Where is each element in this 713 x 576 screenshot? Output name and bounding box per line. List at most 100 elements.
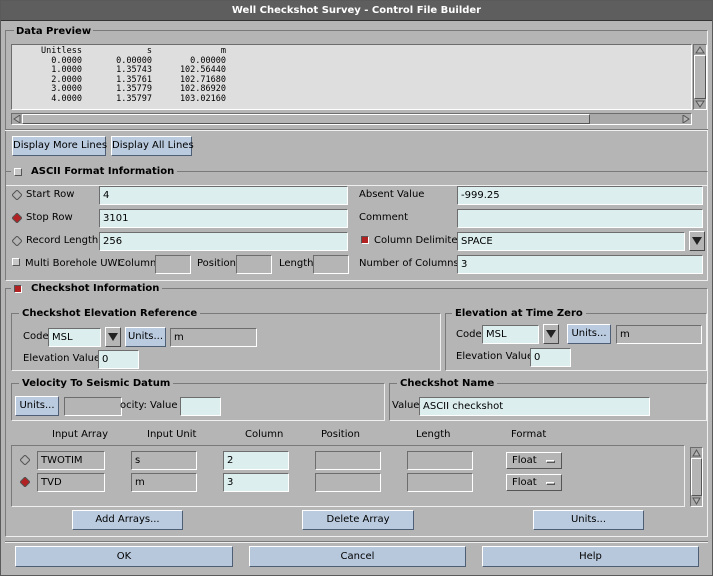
display-all-lines-button[interactable]: Display All Lines xyxy=(111,136,194,156)
array-position-field xyxy=(315,473,381,492)
elev-ref-units-button[interactable]: Units... xyxy=(125,327,166,347)
number-of-columns-label: Number of Columns xyxy=(359,258,459,269)
footer-divider xyxy=(5,541,708,543)
checkshot-info-title: Checkshot Information xyxy=(11,282,163,296)
elev-ref-code-dropdown[interactable] xyxy=(105,327,121,347)
add-arrays-button[interactable]: Add Arrays... xyxy=(72,510,183,530)
option-menu-icon xyxy=(546,482,555,485)
absent-value-label: Absent Value xyxy=(359,189,425,200)
start-row-field[interactable]: 4 xyxy=(99,186,348,205)
control-file-builder-window: Well Checkshot Survey - Control File Bui… xyxy=(0,0,713,576)
velocity-units-button[interactable]: Units... xyxy=(15,396,59,416)
column-delimiter-field[interactable]: SPACE xyxy=(457,232,685,251)
multi-column-field xyxy=(155,255,191,274)
checkshot-name-title: Checkshot Name xyxy=(397,377,498,391)
scroll-down-icon[interactable] xyxy=(692,497,701,505)
preview-cell: 1.35797 xyxy=(116,93,152,104)
ascii-format-toggle[interactable] xyxy=(14,168,22,176)
record-length-label: Record Length xyxy=(26,235,99,246)
multi-borehole-checkbox[interactable] xyxy=(12,258,20,266)
col-column: Column xyxy=(245,429,284,440)
record-length-radio[interactable] xyxy=(12,236,22,246)
stop-row-label: Stop Row xyxy=(26,212,73,223)
preview-table: Unitless s m 0.0000 0.00000 0.00000 1.00… xyxy=(12,46,226,105)
data-preview-text[interactable]: Unitless s m 0.0000 0.00000 0.00000 1.00… xyxy=(11,44,692,110)
elev-ref-value-field[interactable]: 0 xyxy=(98,350,139,369)
array-name-field: TWOTIM xyxy=(37,451,105,470)
start-row-label: Start Row xyxy=(26,189,75,200)
array-length-field xyxy=(407,473,473,492)
column-delimiter-label: Column Delimiter xyxy=(374,235,462,246)
scroll-left-icon[interactable] xyxy=(13,115,21,123)
preview-row: 4.0000 1.35797 103.02160 xyxy=(12,93,226,105)
start-row-radio[interactable] xyxy=(12,190,22,200)
elevation-reference-title: Checkshot Elevation Reference xyxy=(19,307,201,321)
column-delimiter-checkbox[interactable] xyxy=(361,236,369,244)
multi-column-label: Column xyxy=(118,258,157,269)
array-format-label: Float xyxy=(512,477,537,488)
elev-zero-code-field[interactable]: MSL xyxy=(482,325,539,344)
vertical-scroll-thumb[interactable] xyxy=(694,55,706,99)
horizontal-scroll-thumb[interactable] xyxy=(22,114,590,124)
array-length-field xyxy=(407,451,473,470)
array-column-field[interactable]: 2 xyxy=(223,451,289,470)
array-row-radio[interactable] xyxy=(20,455,30,465)
multi-length-label: Length xyxy=(279,258,314,269)
multi-borehole-label: Multi Borehole UWI: xyxy=(25,258,124,269)
delete-array-button[interactable]: Delete Array xyxy=(302,510,414,530)
comment-field[interactable] xyxy=(457,209,703,228)
elev-ref-value-label: Elevation Value xyxy=(23,353,101,364)
checkshot-info-toggle[interactable] xyxy=(14,285,22,293)
multi-position-label: Position xyxy=(197,258,236,269)
col-input-unit: Input Unit xyxy=(147,429,197,440)
option-menu-icon xyxy=(546,460,555,463)
stop-row-field[interactable]: 3101 xyxy=(99,209,348,228)
velocity-datum-title: Velocity To Seismic Datum xyxy=(19,377,174,391)
velocity-value-field[interactable] xyxy=(180,397,221,416)
multi-length-field xyxy=(313,255,349,274)
array-list-scrollbar[interactable] xyxy=(690,447,703,507)
stop-row-radio[interactable] xyxy=(12,213,22,223)
checkshot-name-field[interactable]: ASCII checkshot xyxy=(419,397,650,416)
data-preview-title: Data Preview xyxy=(14,25,94,39)
elev-zero-code-dropdown[interactable] xyxy=(543,324,559,344)
elev-zero-units-field: m xyxy=(616,325,702,344)
col-length: Length xyxy=(416,429,451,440)
elev-ref-code-field[interactable]: MSL xyxy=(48,328,101,347)
number-of-columns-field[interactable]: 3 xyxy=(457,255,703,274)
array-column-field[interactable]: 3 xyxy=(223,473,289,492)
col-input-array: Input Array xyxy=(52,429,109,440)
window-title: Well Checkshot Survey - Control File Bui… xyxy=(1,1,712,21)
help-button[interactable]: Help xyxy=(482,546,699,567)
array-units-button[interactable]: Units... xyxy=(533,510,644,530)
cancel-button[interactable]: Cancel xyxy=(249,546,466,567)
absent-value-field[interactable]: -999.25 xyxy=(457,186,703,205)
column-delimiter-dropdown[interactable] xyxy=(689,231,705,251)
elev-zero-units-button[interactable]: Units... xyxy=(567,324,611,344)
array-position-field xyxy=(315,451,381,470)
scroll-up-icon[interactable] xyxy=(695,46,705,54)
display-more-lines-button[interactable]: Display More Lines xyxy=(12,136,107,156)
velocity-value-label: ocity: Value xyxy=(120,400,178,411)
velocity-units-field xyxy=(64,397,122,416)
array-format-option[interactable]: Float xyxy=(506,474,562,491)
scroll-up-icon[interactable] xyxy=(692,449,701,457)
col-position: Position xyxy=(321,429,360,440)
scroll-down-icon[interactable] xyxy=(695,100,705,108)
array-row-radio[interactable] xyxy=(20,477,30,487)
col-format: Format xyxy=(511,429,547,440)
chevron-down-icon xyxy=(108,333,118,341)
multi-position-field xyxy=(236,255,272,274)
preview-cell: 4.0000 xyxy=(51,93,82,104)
elev-zero-value-field[interactable]: 0 xyxy=(530,348,571,367)
comment-label: Comment xyxy=(359,212,408,223)
elevation-time-zero-title: Elevation at Time Zero xyxy=(452,307,586,321)
preview-horizontal-scrollbar[interactable] xyxy=(11,113,692,125)
ok-button[interactable]: OK xyxy=(15,546,233,567)
record-length-field[interactable]: 256 xyxy=(99,232,348,251)
preview-vertical-scrollbar[interactable] xyxy=(693,44,707,110)
array-name-field: TVD xyxy=(37,473,105,492)
array-scroll-thumb[interactable] xyxy=(691,458,702,496)
scroll-right-icon[interactable] xyxy=(682,115,690,123)
array-format-option[interactable]: Float xyxy=(506,452,562,469)
